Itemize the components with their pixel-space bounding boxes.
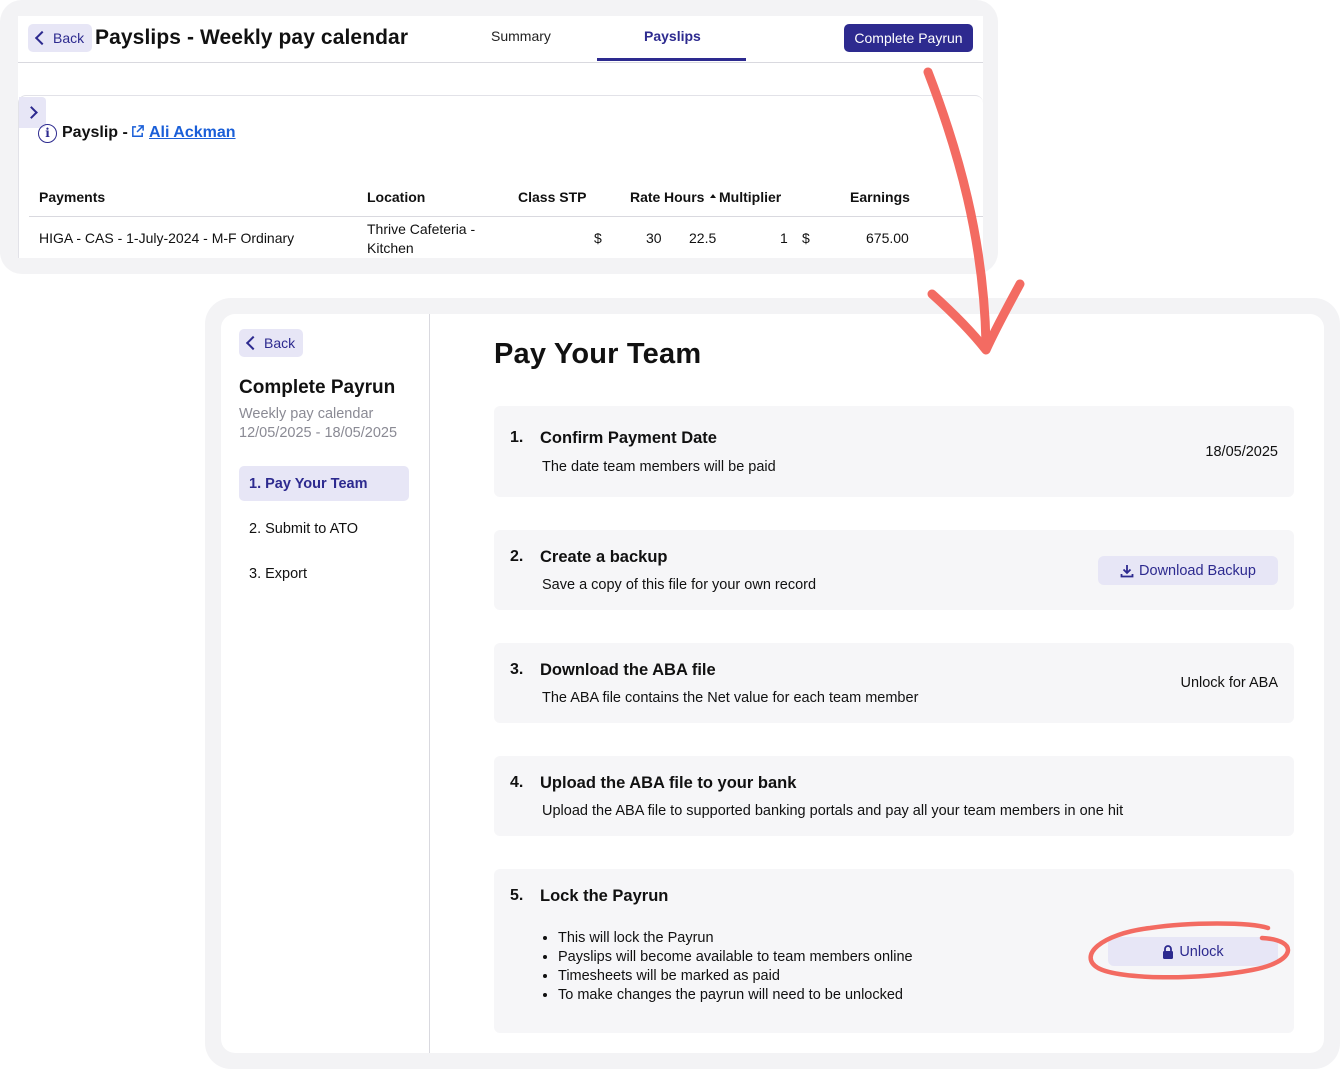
step-lock-payrun: 5. Lock the Payrun This will lock the Pa… [494,869,1294,1033]
cell-rate-currency: $ [594,230,602,246]
employee-link[interactable]: Ali Ackman [149,124,236,142]
download-backup-label: Download Backup [1139,562,1256,579]
payslips-header: Back Payslips - Weekly pay calendar Summ… [18,16,983,63]
step-title: Download the ABA file [540,661,716,679]
sidebar-step-submit-to-ato[interactable]: 2. Submit to ATO [239,511,409,546]
info-icon: i [38,124,57,143]
cell-earnings-currency: $ [802,230,810,246]
payslips-screen: Back Payslips - Weekly pay calendar Summ… [18,16,983,258]
lock-payrun-notes: This will lock the Payrun Payslips will … [542,929,913,1005]
cell-hours: 22.5 [689,230,717,246]
sidebar-step-pay-your-team[interactable]: 1. Pay Your Team [239,466,409,501]
payment-date-value[interactable]: 18/05/2025 [1205,444,1278,460]
cell-multiplier: 1 [780,230,788,246]
sidebar-step-export[interactable]: 3. Export [239,556,409,591]
step-confirm-payment-date: 1. Confirm Payment Date The date team me… [494,406,1294,497]
column-header-payments: Payments [39,189,106,205]
chevron-left-icon [245,335,261,351]
list-item: Payslips will become available to team m… [558,948,913,967]
cell-earnings: 675.00 [866,230,909,246]
payslips-screenshot-card: Back Payslips - Weekly pay calendar Summ… [0,0,998,274]
step-title: Create a backup [540,548,668,566]
chevron-left-icon [34,30,50,46]
step-create-backup: 2. Create a backup Save a copy of this f… [494,530,1294,610]
unlock-label: Unlock [1179,943,1224,960]
step-number: 1. [510,429,524,446]
page-title: Payslips - Weekly pay calendar [95,26,409,49]
column-header-location: Location [367,189,426,205]
expand-panel-button[interactable] [19,97,46,128]
step-title: Lock the Payrun [540,887,669,905]
table-divider [29,216,983,217]
sidebar-pay-period: 12/05/2025 - 18/05/2025 [239,425,398,441]
column-header-rate: Rate [630,189,661,205]
external-link-icon [132,125,144,137]
sort-ascending-icon [710,194,716,198]
back-button[interactable]: Back [239,329,304,357]
step-description: The date team members will be paid [542,459,776,475]
cell-rate: 30 [646,230,662,246]
sidebar-title: Complete Payrun [239,377,396,398]
list-item: Timesheets will be marked as paid [558,967,913,986]
chevron-right-icon [24,106,38,119]
payslip-label: Payslip - [62,124,128,141]
lock-icon [1163,944,1174,959]
step-description: Upload the ABA file to supported banking… [542,803,1124,819]
column-header-hours[interactable]: Hours [664,189,704,205]
column-header-multiplier: Multiplier [719,189,782,205]
complete-payrun-button[interactable]: Complete Payrun [844,24,973,52]
step-description: The ABA file contains the Net value for … [542,690,919,706]
unlock-button[interactable]: Unlock [1108,937,1278,966]
step-number: 2. [510,548,524,565]
cell-location-line1: Thrive Cafeteria - [367,221,476,237]
cell-payment: HIGA - CAS - 1-July-2024 - M-F Ordinary [39,230,295,246]
step-number: 5. [510,887,524,904]
column-header-earnings: Earnings [850,189,910,205]
tab-payslips[interactable]: Payslips [644,28,701,44]
list-item: This will lock the Payrun [558,929,913,948]
unlock-for-aba-text: Unlock for ABA [1180,675,1278,691]
column-header-class-stp: Class STP [518,189,587,205]
list-item: To make changes the payrun will need to … [558,986,913,1005]
sidebar-divider [429,314,430,1053]
tab-summary[interactable]: Summary [491,28,551,44]
back-button-label: Back [264,335,296,351]
active-tab-indicator [597,58,746,61]
step-description: Save a copy of this file for your own re… [542,577,817,593]
cell-location-line2: Kitchen [367,240,414,256]
sidebar-calendar-name: Weekly pay calendar [239,406,374,422]
download-icon [1120,564,1134,577]
download-backup-button[interactable]: Download Backup [1098,556,1278,585]
complete-payrun-screen: Back Complete Payrun Weekly pay calendar… [221,314,1324,1053]
step-number: 4. [510,774,524,791]
page-title: Pay Your Team [494,338,702,370]
step-number: 3. [510,661,524,678]
back-button[interactable]: Back [28,24,93,52]
complete-payrun-screenshot-card: Back Complete Payrun Weekly pay calendar… [205,298,1340,1069]
step-title: Confirm Payment Date [540,429,717,447]
back-button-label: Back [53,30,85,46]
step-download-aba: 3. Download the ABA file The ABA file co… [494,643,1294,723]
step-upload-aba: 4. Upload the ABA file to your bank Uplo… [494,756,1294,836]
step-title: Upload the ABA file to your bank [540,774,797,792]
